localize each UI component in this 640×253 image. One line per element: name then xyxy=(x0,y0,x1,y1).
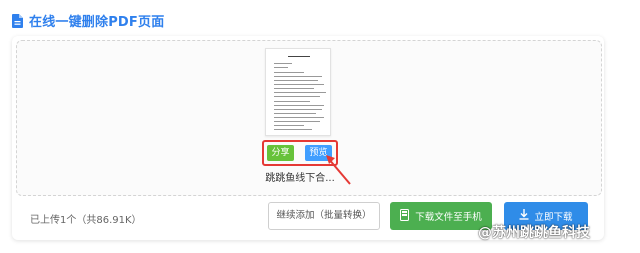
watermark-text: @苏州跳跳鱼科技 xyxy=(478,225,590,241)
file-name: 跳跳鱼线下合... xyxy=(265,173,335,184)
upload-status: 已上传1个（共86.91K） xyxy=(30,215,142,226)
watermark: @苏州跳跳鱼科技 xyxy=(478,222,590,242)
page-title: 在线一键删除PDF页面 xyxy=(29,14,165,30)
page-header: 在线一键删除PDF页面 xyxy=(12,10,164,30)
continue-add-button[interactable]: 继续添加（批量转换） xyxy=(268,202,380,230)
share-button[interactable]: 分享 xyxy=(267,145,294,161)
phone-icon xyxy=(400,208,410,224)
pdf-thumbnail[interactable] xyxy=(265,48,331,136)
download-to-phone-button[interactable]: 下载文件至手机 xyxy=(390,202,492,230)
download-icon xyxy=(519,209,529,223)
document-icon xyxy=(12,13,23,28)
download-to-phone-label: 下载文件至手机 xyxy=(415,212,482,223)
download-now-label: 立即下载 xyxy=(534,212,573,223)
